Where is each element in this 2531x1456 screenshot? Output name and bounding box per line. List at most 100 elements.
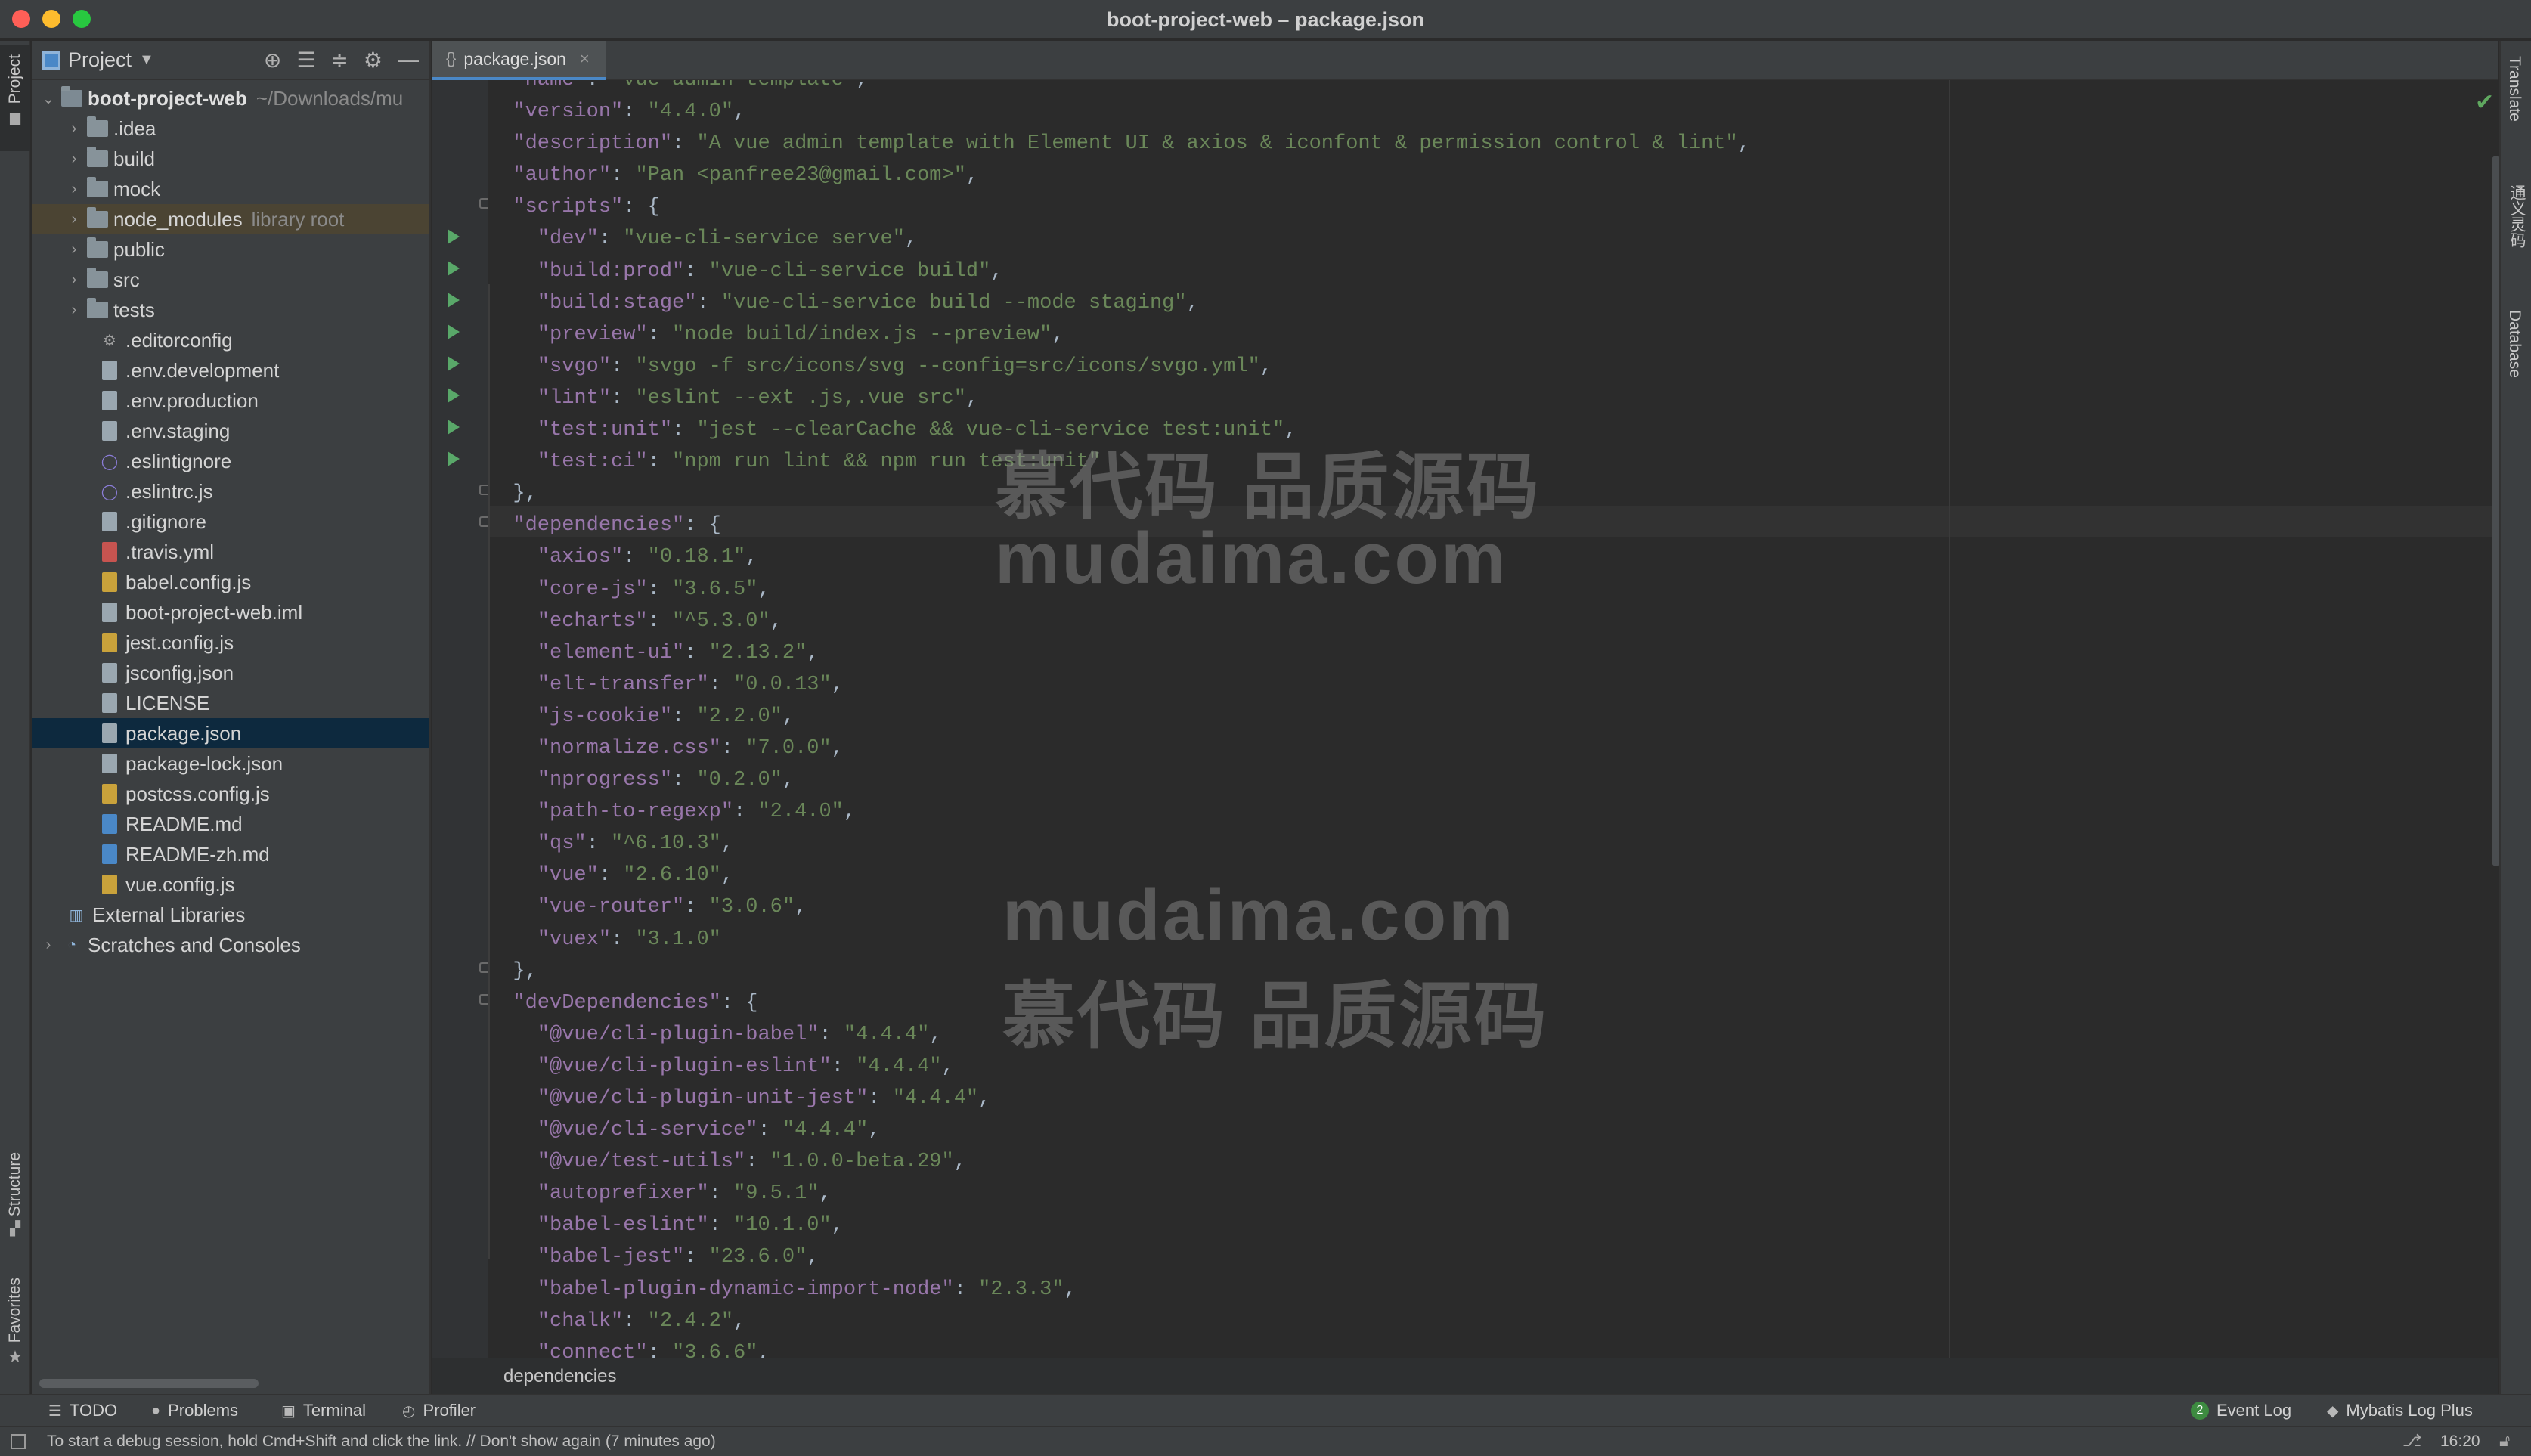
breadcrumb-item[interactable]: dependencies [503,1366,616,1387]
chevron-right-icon[interactable]: › [65,271,83,289]
structure-tab-label: Structure [6,1152,23,1217]
terminal-icon: ▣ [281,1402,296,1420]
tree-item[interactable]: ◯ .eslintrc.js [32,476,429,507]
json-file-icon [98,754,121,773]
no-problems-check-icon[interactable]: ✔ [2475,89,2494,116]
tree-item-label: public [113,237,165,261]
tree-root[interactable]: ⌄ boot-project-web ~/Downloads/mu [32,83,429,113]
eslint-icon: ◯ [101,453,119,470]
ai-assistant-tool-tab[interactable]: 通义灵码 [2505,184,2528,248]
scratches-and-consoles[interactable]: › ◔ Scratches and Consoles [32,930,429,960]
vcs-icon[interactable]: ⎇ [2402,1431,2421,1451]
watermark-text: mudaima.com [1002,875,1516,956]
folder-icon: ▆ [10,110,20,125]
json-file-icon [98,723,121,743]
tree-item[interactable]: ◯ .eslintignore [32,446,429,476]
lock-icon[interactable]: 🔓︎ [2499,1431,2510,1451]
tree-item[interactable]: boot-project-web.iml [32,597,429,627]
tree-item[interactable]: › mock [32,174,429,204]
tree-item[interactable]: .env.production [32,386,429,416]
favorites-tool-tab[interactable]: Favorites ★ [0,1278,30,1376]
event-count-badge: 2 [2191,1402,2209,1420]
tree-item[interactable]: › build [32,144,429,174]
tree-item[interactable]: package-lock.json [32,748,429,779]
run-script-icon[interactable] [448,356,460,371]
hide-icon[interactable]: — [398,48,419,73]
run-script-icon[interactable] [448,388,460,403]
tree-item-label: External Libraries [92,903,246,926]
tab-package-json[interactable]: {} package.json × [432,41,606,80]
todo-tool-button[interactable]: ☰ TODO [48,1399,117,1422]
project-view-selector[interactable]: Project [68,48,132,72]
mybatis-log-button[interactable]: ◆ Mybatis Log Plus [2327,1399,2473,1422]
tree-item[interactable]: › tests [32,295,429,325]
tree-item[interactable]: .travis.yml [32,537,429,567]
problems-tool-button[interactable]: ● Problems [151,1399,238,1422]
tree-item[interactable]: ⚙ .editorconfig [32,325,429,355]
database-tool-tab[interactable]: Database [2505,310,2523,378]
tree-item[interactable]: jsconfig.json [32,658,429,688]
project-tree: ⌄ boot-project-web ~/Downloads/mu › .idea… [32,83,429,960]
run-script-icon[interactable] [448,451,460,466]
tree-item-label: .eslintrc.js [125,479,213,503]
tree-item[interactable]: LICENSE [32,688,429,718]
tree-item-label: mock [113,177,161,200]
chevron-right-icon[interactable]: › [65,150,83,168]
run-script-icon[interactable] [448,261,460,276]
locate-icon[interactable]: ⊕ [264,48,281,73]
tree-item-label: jsconfig.json [125,661,234,684]
chevron-right-icon[interactable]: › [65,241,83,259]
project-tool-tab[interactable]: Project ▆ [0,45,30,151]
scratches-icon: ◔ [67,936,77,953]
tree-item-selected[interactable]: package.json [32,718,429,748]
eslint-icon: ◯ [101,483,119,500]
run-script-icon[interactable] [448,293,460,308]
tree-item[interactable]: › public [32,234,429,265]
code-line: "scripts": { [513,196,660,219]
chevron-right-icon[interactable]: › [65,211,83,228]
chevron-down-icon[interactable]: ▼ [139,51,154,69]
breadcrumb: dependencies [432,1358,2498,1394]
tree-item[interactable]: › src [32,265,429,295]
tree-item[interactable]: › .idea [32,113,429,144]
translate-tool-tab[interactable]: Translate [2505,56,2523,122]
tree-item[interactable]: › node_modules library root [32,204,429,234]
tree-item[interactable]: README-zh.md [32,839,429,869]
gear-icon[interactable]: ⚙ [364,48,383,73]
expand-all-icon[interactable]: ☰ [296,48,315,73]
terminal-label: Terminal [302,1401,367,1420]
code-line: "autoprefixer": "9.5.1", [537,1182,832,1206]
terminal-tool-button[interactable]: ▣ Terminal [281,1399,366,1422]
chevron-right-icon[interactable]: › [65,120,83,138]
file-icon [98,603,121,622]
folder-icon [86,268,109,290]
tree-item[interactable]: babel.config.js [32,567,429,597]
profiler-tool-button[interactable]: ◴ Profiler [402,1399,476,1422]
run-script-icon[interactable] [448,420,460,435]
tree-item[interactable]: vue.config.js [32,869,429,900]
toggle-tool-windows-icon[interactable] [11,1434,26,1449]
chevron-right-icon[interactable]: › [65,302,83,319]
tree-item[interactable]: .env.staging [32,416,429,446]
event-log-button[interactable]: 2 Event Log [2191,1399,2291,1422]
external-libraries[interactable]: ▥ External Libraries [32,900,429,930]
tree-item[interactable]: postcss.config.js [32,779,429,809]
tree-item[interactable]: README.md [32,809,429,839]
chevron-right-icon[interactable]: › [39,937,57,954]
structure-tool-tab[interactable]: Structure ▞ [0,1152,30,1243]
code-editor[interactable]: "name": "vue-admin-template", "version":… [488,80,2498,1358]
status-time: 16:20 [2440,1433,2480,1450]
title-bar: boot-project-web – package.json [0,0,2531,39]
tree-item[interactable]: jest.config.js [32,627,429,658]
chevron-down-icon[interactable]: ⌄ [39,89,57,108]
close-icon[interactable]: × [580,49,590,69]
chevron-right-icon[interactable]: › [65,181,83,198]
left-tool-strip: Project ▆ Structure ▞ Favorites ★ [0,41,30,1394]
horizontal-scrollbar[interactable] [39,1379,259,1388]
run-script-icon[interactable] [448,324,460,339]
tree-item[interactable]: .env.development [32,355,429,386]
collapse-all-icon[interactable]: ≑ [330,48,348,73]
run-script-icon[interactable] [448,229,460,244]
tree-item[interactable]: .gitignore [32,507,429,537]
status-message[interactable]: To start a debug session, hold Cmd+Shift… [47,1433,716,1451]
